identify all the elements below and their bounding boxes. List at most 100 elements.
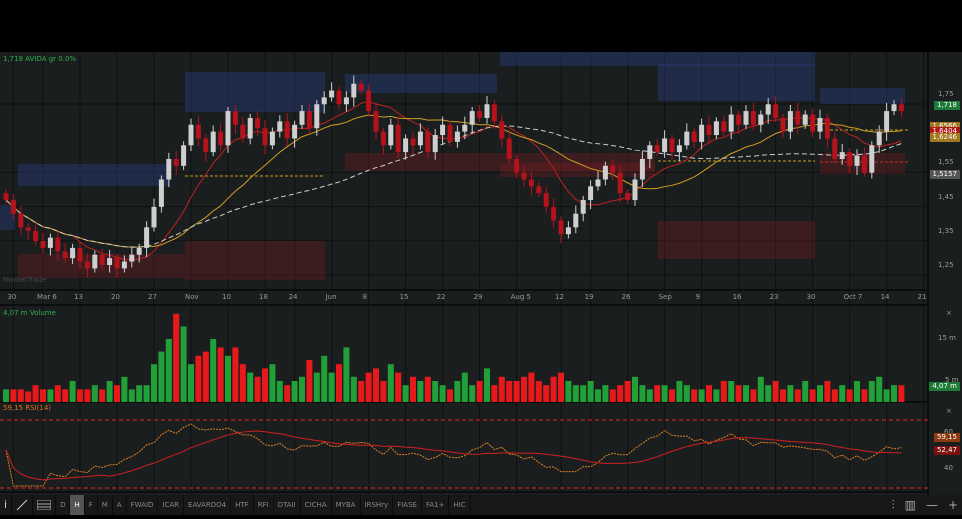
chart-canvas[interactable] [0,52,962,495]
date-tick: 12 [555,293,564,301]
candle [802,114,808,125]
candle [839,152,845,159]
candle [210,131,216,153]
candle [99,254,105,265]
candle [898,104,904,112]
volume-bar [646,389,653,402]
volume-bar [180,326,187,402]
candle [107,258,113,265]
date-tick: 13 [74,293,83,301]
volume-bar [846,389,853,402]
candle [3,193,9,201]
indicators-icon[interactable]: ⫶ [892,498,895,513]
volume-bar [306,360,313,402]
candle [662,138,668,153]
toolbar-item-d[interactable]: D [56,495,71,515]
volume-bar [595,389,601,402]
candle [136,247,142,255]
toolbar-item-myba[interactable]: MYBA [332,495,361,515]
volume-bar [254,376,261,402]
toolbar-item-htf[interactable]: HTF [231,495,254,515]
volume-bar [424,376,431,402]
candle [625,193,631,201]
candle [306,111,312,129]
zoom-in-button[interactable]: + [948,498,958,512]
top-bar [0,0,962,52]
price-tick: 1,75 [938,90,954,98]
volume-bar [17,389,24,402]
bar-chart-icon[interactable]: ▥ [905,498,916,512]
toolbar-item-fwaid[interactable]: FWAID [127,495,159,515]
rsi-signal-line [5,430,902,481]
toolbar-item-dtaii[interactable]: DTAII [274,495,301,515]
rsi-tag: 59,15 [933,433,960,442]
volume-bar [276,381,283,402]
table-icon[interactable] [33,495,57,515]
volume-close-icon[interactable]: × [946,309,952,317]
volume-bar [639,385,646,402]
candle [292,124,298,139]
info-icon[interactable]: i [0,495,13,515]
toolbar-item-m[interactable]: M [98,495,113,515]
toolbar-item-eavardo4[interactable]: EAVARDO4 [184,495,232,515]
draw-line-icon[interactable] [12,495,34,515]
volume-bar [247,372,254,402]
volume-bar [743,385,749,402]
volume-bar [632,376,638,402]
candle [195,124,201,139]
volume-bar [580,385,587,402]
candle [861,155,867,173]
toolbar-item-f[interactable]: F [85,495,98,515]
candle [884,111,890,132]
candle [129,254,135,262]
candle [706,124,712,136]
zoom-out-button[interactable]: — [926,498,938,512]
candle [121,261,127,269]
volume-bar [609,389,616,402]
date-tick: 30 [7,293,17,301]
toolbar-item-irshry[interactable]: IRSHry [361,495,394,515]
volume-bar [876,376,883,402]
toolbar-item-a[interactable]: A [113,495,127,515]
volume-bar [3,389,9,402]
chart-area[interactable]: 1,718 AVIDA gr 0.0% MarketTrade 4,07 m V… [0,52,962,495]
candle [750,111,756,125]
candle [810,114,816,132]
candle [203,138,209,153]
volume-bar [106,381,113,402]
candle [876,131,882,146]
candle [780,117,786,132]
candle [188,124,194,146]
toolbar-item-rfi[interactable]: RFI [254,495,274,515]
candle [765,104,771,115]
candle [543,193,549,207]
volume-bar [461,372,468,402]
volume-bar [713,389,720,402]
candle [676,145,682,153]
candle [832,138,838,159]
toolbar-item-fiase[interactable]: FIASE [393,495,422,515]
date-tick: 30 [806,293,816,301]
candle [447,124,453,142]
volume-bar [432,381,439,402]
date-tick: 27 [148,293,157,301]
toolbar-item-icar[interactable]: ICAR [158,495,185,515]
candle [277,121,283,132]
volume-bar [350,376,357,402]
candle [77,247,83,262]
candle [173,158,179,166]
toolbar-item-h[interactable]: H [70,495,85,515]
candle [565,227,571,235]
candle [218,131,224,146]
toolbar-item-cicha[interactable]: CICHA [301,495,332,515]
toolbar-item-hic[interactable]: HIC [449,495,471,515]
candle [684,131,690,146]
volume-bar [40,389,46,402]
toolbar-item-fa1[interactable]: FA1+ [422,495,450,515]
price-tag: 1,5157 [929,170,960,180]
volume-bar [565,381,572,402]
volume-label: 4,07 m Volume [3,309,56,317]
date-tick: 20 [111,293,120,301]
candle [573,213,579,228]
rsi-close-icon[interactable]: × [946,407,952,415]
